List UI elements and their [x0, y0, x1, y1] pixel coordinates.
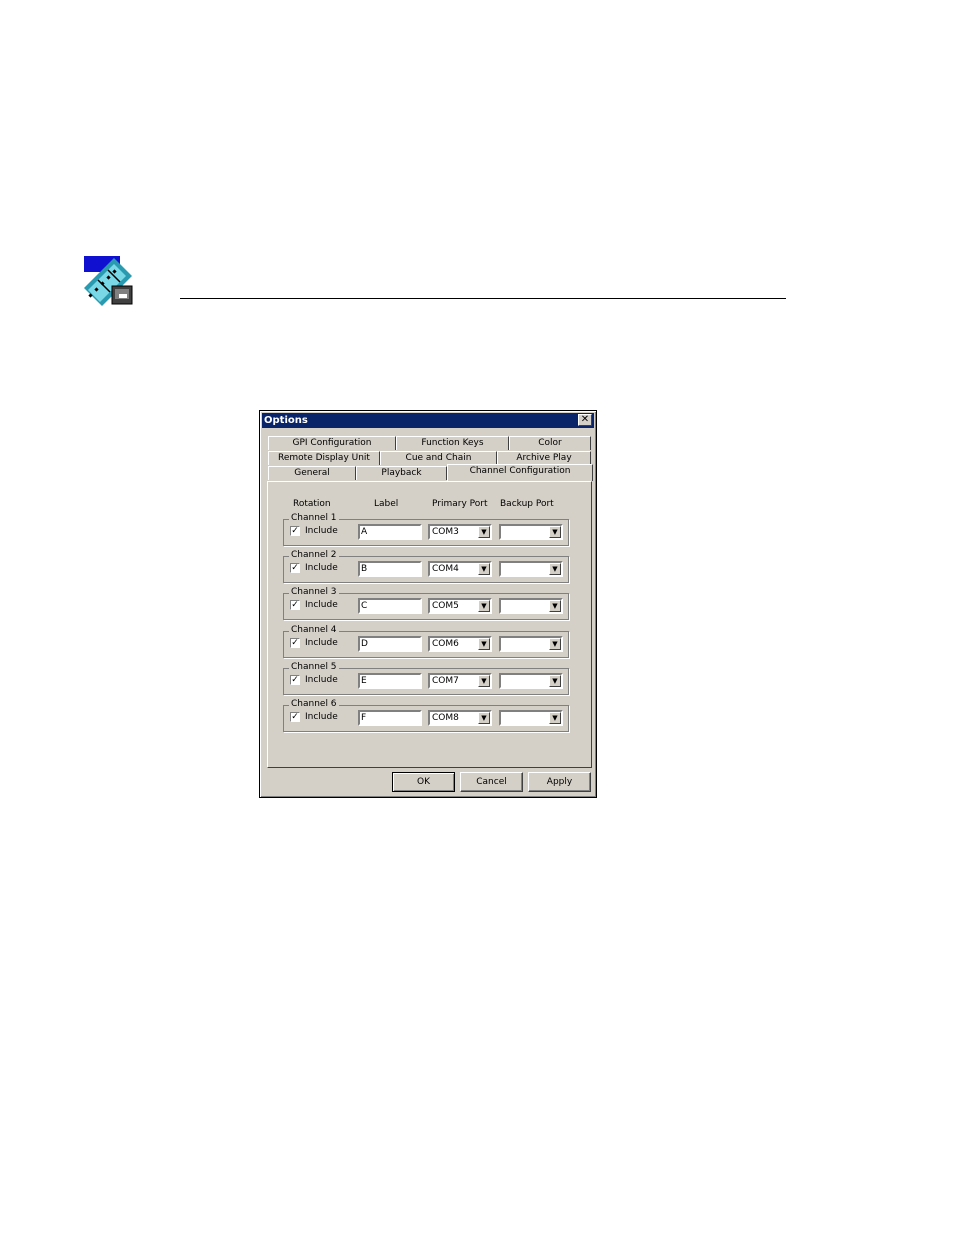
include-label[interactable]: Include — [305, 600, 338, 610]
label-input[interactable]: A — [358, 524, 422, 540]
primary-port-value: COM5 — [432, 601, 459, 611]
include-label[interactable]: Include — [305, 563, 338, 573]
chevron-down-icon[interactable]: ▼ — [549, 675, 561, 687]
backup-port-select[interactable]: ▼ — [499, 561, 563, 577]
include-label[interactable]: Include — [305, 712, 338, 722]
include-label[interactable]: Include — [305, 675, 338, 685]
chevron-down-icon[interactable]: ▼ — [549, 600, 561, 612]
primary-port-heading: Primary Port — [432, 499, 488, 509]
channel-6-group: Channel 6 ✓ Include F COM8 ▼ ▼ — [283, 699, 569, 732]
channel-4-group: Channel 4 ✓ Include D COM6 ▼ ▼ — [283, 625, 569, 658]
chevron-down-icon[interactable]: ▼ — [549, 712, 561, 724]
channel-2-group: Channel 2 ✓ Include B COM4 ▼ ▼ — [283, 550, 569, 583]
primary-port-select[interactable]: COM7 ▼ — [428, 673, 492, 689]
include-checkbox[interactable]: ✓ — [290, 675, 300, 685]
chevron-down-icon[interactable]: ▼ — [549, 638, 561, 650]
cancel-button[interactable]: Cancel — [460, 772, 523, 792]
tab-function-keys[interactable]: Function Keys — [396, 436, 509, 450]
tab-playback[interactable]: Playback — [356, 466, 447, 480]
title-bar[interactable]: Options ✕ — [262, 413, 594, 428]
include-checkbox[interactable]: ✓ — [290, 638, 300, 648]
channel-title: Channel 5 — [289, 662, 339, 673]
include-label[interactable]: Include — [305, 526, 338, 536]
close-button[interactable]: ✕ — [578, 414, 592, 426]
primary-port-select[interactable]: COM5 ▼ — [428, 598, 492, 614]
backup-port-select[interactable]: ▼ — [499, 524, 563, 540]
chevron-down-icon[interactable]: ▼ — [478, 638, 490, 650]
tab-color[interactable]: Color — [509, 436, 591, 450]
channel-title: Channel 1 — [289, 513, 339, 524]
primary-port-select[interactable]: COM6 ▼ — [428, 636, 492, 652]
channel-5-group: Channel 5 ✓ Include E COM7 ▼ ▼ — [283, 662, 569, 695]
label-input[interactable]: D — [358, 636, 422, 652]
chevron-down-icon[interactable]: ▼ — [478, 675, 490, 687]
tab-cue-and-chain[interactable]: Cue and Chain — [380, 451, 497, 465]
film-strip-icon — [84, 256, 134, 306]
channel-title: Channel 3 — [289, 587, 339, 598]
label-input[interactable]: E — [358, 673, 422, 689]
include-checkbox[interactable]: ✓ — [290, 600, 300, 610]
label-heading: Label — [374, 499, 399, 509]
primary-port-value: COM6 — [432, 639, 459, 649]
label-input[interactable]: B — [358, 561, 422, 577]
backup-port-select[interactable]: ▼ — [499, 710, 563, 726]
backup-port-select[interactable]: ▼ — [499, 673, 563, 689]
primary-port-value: COM8 — [432, 713, 459, 723]
header-rule — [180, 298, 786, 299]
primary-port-value: COM3 — [432, 527, 459, 537]
primary-port-value: COM4 — [432, 564, 459, 574]
options-dialog: Options ✕ GPI Configuration Function Key… — [259, 410, 597, 798]
chevron-down-icon[interactable]: ▼ — [549, 526, 561, 538]
chevron-down-icon[interactable]: ▼ — [549, 563, 561, 575]
ok-button[interactable]: OK — [392, 772, 455, 792]
backup-port-heading: Backup Port — [500, 499, 554, 509]
dialog-title: Options — [264, 415, 308, 426]
primary-port-select[interactable]: COM3 ▼ — [428, 524, 492, 540]
tab-archive-play[interactable]: Archive Play — [497, 451, 591, 465]
backup-port-select[interactable]: ▼ — [499, 636, 563, 652]
channel-3-group: Channel 3 ✓ Include C COM5 ▼ ▼ — [283, 587, 569, 620]
channel-title: Channel 6 — [289, 699, 339, 710]
rotation-heading: Rotation — [293, 499, 331, 509]
tab-remote-display-unit[interactable]: Remote Display Unit — [268, 451, 380, 465]
tab-general[interactable]: General — [268, 466, 356, 480]
primary-port-select[interactable]: COM4 ▼ — [428, 561, 492, 577]
chevron-down-icon[interactable]: ▼ — [478, 526, 490, 538]
tab-channel-configuration[interactable]: Channel Configuration — [447, 464, 593, 481]
label-input[interactable]: F — [358, 710, 422, 726]
apply-button[interactable]: Apply — [528, 772, 591, 792]
close-icon: ✕ — [580, 414, 590, 425]
channel-title: Channel 4 — [289, 625, 339, 636]
chevron-down-icon[interactable]: ▼ — [478, 563, 490, 575]
primary-port-select[interactable]: COM8 ▼ — [428, 710, 492, 726]
tab-gpi-configuration[interactable]: GPI Configuration — [268, 436, 396, 450]
channel-1-group: Channel 1 ✓ Include A COM3 ▼ ▼ — [283, 513, 569, 546]
chevron-down-icon[interactable]: ▼ — [478, 712, 490, 724]
chevron-down-icon[interactable]: ▼ — [478, 600, 490, 612]
channel-title: Channel 2 — [289, 550, 339, 561]
include-checkbox[interactable]: ✓ — [290, 563, 300, 573]
backup-port-select[interactable]: ▼ — [499, 598, 563, 614]
include-checkbox[interactable]: ✓ — [290, 526, 300, 536]
include-checkbox[interactable]: ✓ — [290, 712, 300, 722]
primary-port-value: COM7 — [432, 676, 459, 686]
label-input[interactable]: C — [358, 598, 422, 614]
include-label[interactable]: Include — [305, 638, 338, 648]
